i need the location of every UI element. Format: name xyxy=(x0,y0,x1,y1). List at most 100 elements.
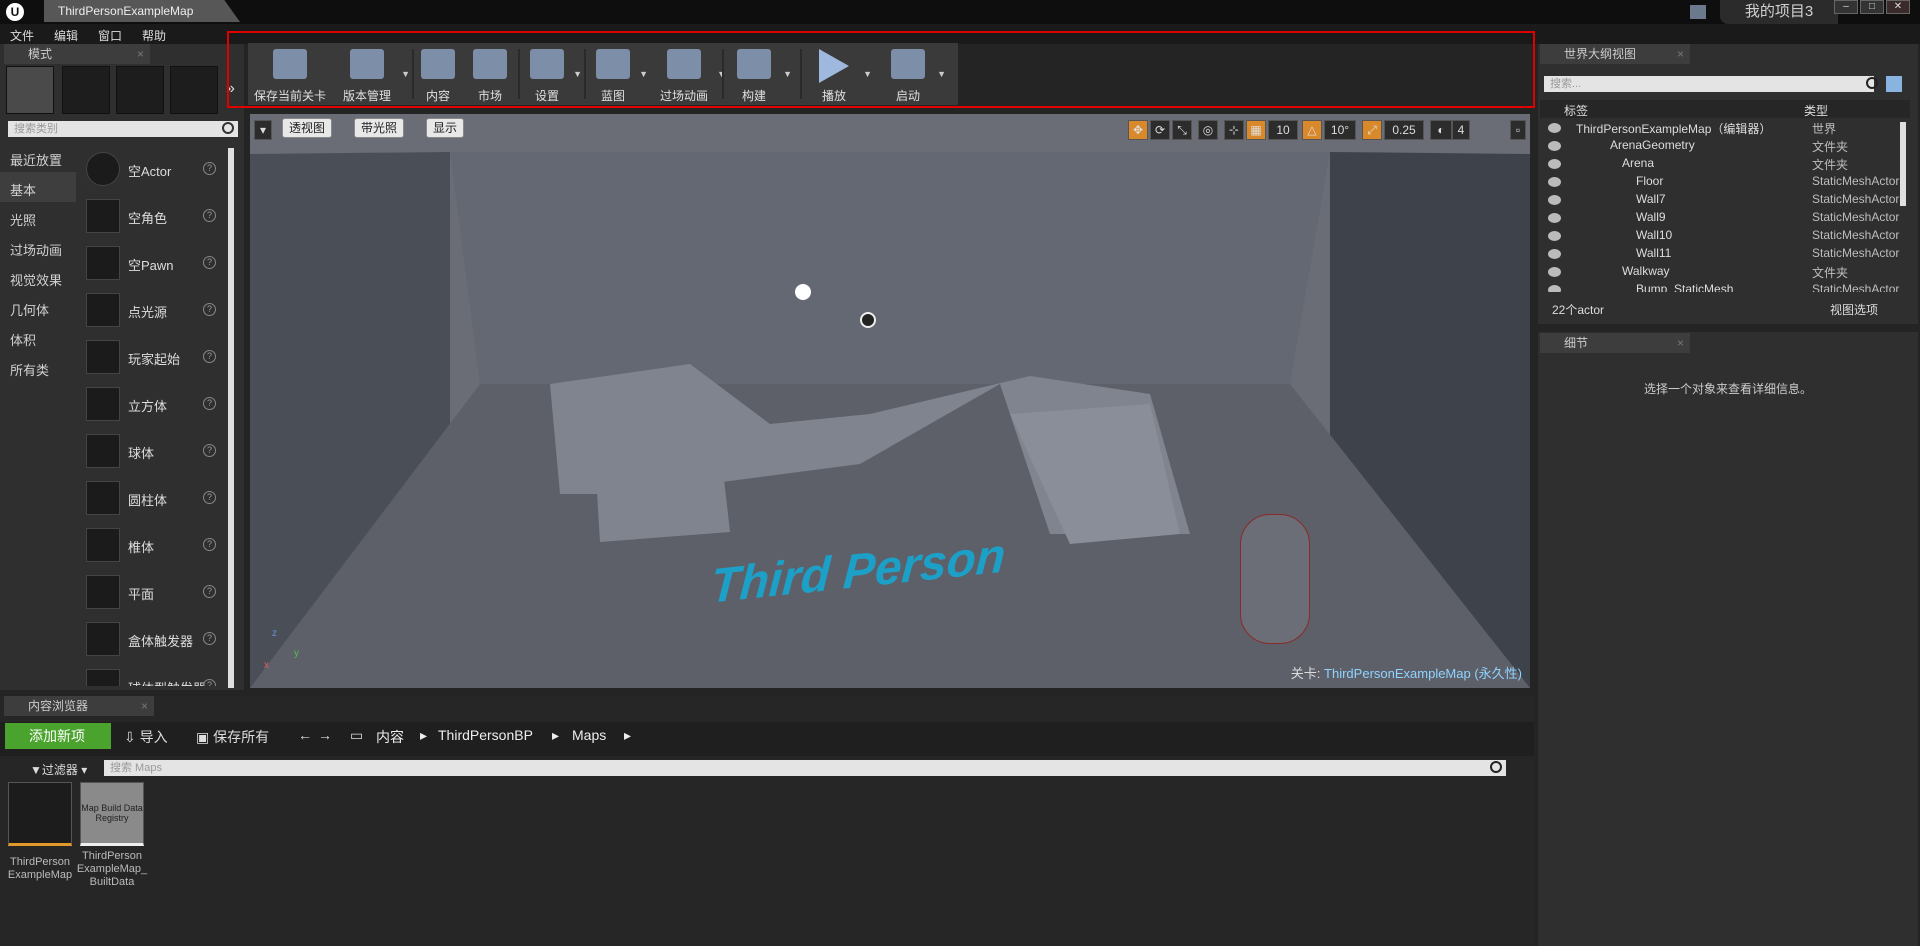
player-character[interactable] xyxy=(1240,514,1310,644)
tree-row[interactable]: Floor StaticMeshActor xyxy=(1540,174,1900,192)
list-item[interactable]: 球体? xyxy=(84,428,224,474)
foliage-mode-icon[interactable] xyxy=(170,66,218,114)
asset-label[interactable]: ThirdPerson ExampleMap_ BuiltData xyxy=(72,850,152,889)
list-item[interactable]: 圆柱体? xyxy=(84,475,224,521)
outliner-search-input[interactable]: 搜索... xyxy=(1544,76,1874,92)
perspective-button[interactable]: 透视图 xyxy=(282,118,333,138)
eye-icon xyxy=(1548,249,1561,259)
menu-file[interactable]: 文件 xyxy=(10,27,34,44)
eye-icon xyxy=(1548,123,1561,133)
forward-icon[interactable]: → xyxy=(318,727,332,743)
modes-search-input[interactable]: 搜索类别 xyxy=(8,121,238,137)
translate-icon[interactable]: ✥ xyxy=(1128,120,1148,140)
sky-light-icon[interactable] xyxy=(860,312,876,328)
scrollbar[interactable] xyxy=(228,148,234,688)
outliner-header xyxy=(1540,100,1910,118)
breadcrumb-thirdpersonbp[interactable]: ThirdPersonBP xyxy=(438,727,533,743)
map-document-tab[interactable]: ThirdPersonExampleMap xyxy=(44,0,240,22)
column-type[interactable]: 类型 xyxy=(1804,102,1828,119)
list-item[interactable]: 空Pawn? xyxy=(84,240,224,286)
close-icon[interactable]: × xyxy=(1677,333,1684,353)
maximize-viewport-icon[interactable]: ▫ xyxy=(1510,120,1526,140)
world-outliner-tab[interactable]: 世界大纲视图 × xyxy=(1540,44,1690,64)
back-icon[interactable]: ← xyxy=(298,727,312,743)
world-space-icon[interactable]: ◎ xyxy=(1198,120,1218,140)
list-item[interactable]: 空角色? xyxy=(84,193,224,239)
close-button[interactable]: ✕ xyxy=(1886,0,1910,14)
search-icon xyxy=(222,122,234,134)
tree-row[interactable]: Wall9 StaticMeshActor xyxy=(1540,210,1900,228)
tree-row[interactable]: Arena 文件夹 xyxy=(1540,156,1900,174)
list-item[interactable]: 平面? xyxy=(84,569,224,615)
rotation-snap-value[interactable]: 10° xyxy=(1324,120,1356,140)
tree-row[interactable]: ArenaGeometry 文件夹 xyxy=(1540,138,1900,156)
rotation-snap-icon[interactable]: △ xyxy=(1302,120,1322,140)
details-empty-text: 选择一个对象来查看详细信息。 xyxy=(1643,382,1812,396)
project-icon xyxy=(1690,5,1706,19)
tree-row[interactable]: Wall7 StaticMeshActor xyxy=(1540,192,1900,210)
list-item[interactable]: 立方体? xyxy=(84,381,224,427)
breadcrumb-content[interactable]: 内容 xyxy=(376,727,404,747)
show-button[interactable]: 显示 xyxy=(426,118,465,138)
list-item[interactable]: 盒体触发器? xyxy=(84,616,224,662)
content-search-input[interactable]: 搜索 Maps xyxy=(104,760,1506,776)
list-item[interactable]: 点光源? xyxy=(84,287,224,333)
outliner-tree: ThirdPersonExampleMap（编辑器） 世界 ArenaGeomet… xyxy=(1540,120,1900,292)
menu-help[interactable]: 帮助 xyxy=(142,27,166,44)
scale-snap-value[interactable]: 0.25 xyxy=(1384,120,1424,140)
pin-icon[interactable] xyxy=(1886,76,1902,92)
modes-tab-label: 模式 xyxy=(28,47,53,61)
modes-tab[interactable]: 模式 × xyxy=(4,44,150,64)
asset-thumbnail[interactable]: Map Build Data Registry xyxy=(80,782,144,846)
level-indicator: 关卡: ThirdPersonExampleMap (永久性) xyxy=(1290,666,1522,681)
tree-row[interactable]: Wall10 StaticMeshActor xyxy=(1540,228,1900,246)
save-all-button[interactable]: ▣ 保存所有 xyxy=(196,727,269,747)
grid-snap-icon[interactable]: ▦ xyxy=(1246,120,1266,140)
details-tab[interactable]: 细节 × xyxy=(1540,333,1690,353)
close-icon[interactable]: × xyxy=(137,44,144,64)
place-mode-icon[interactable] xyxy=(6,66,54,114)
paint-mode-icon[interactable] xyxy=(62,66,110,114)
scrollbar[interactable] xyxy=(1900,122,1906,206)
eye-icon xyxy=(1548,285,1561,292)
list-item[interactable]: 玩家起始? xyxy=(84,334,224,380)
view-options-button[interactable]: 视图选项 xyxy=(1830,301,1878,318)
content-browser-tab-label: 内容浏览器 xyxy=(28,699,89,713)
eye-icon xyxy=(1548,267,1561,277)
viewport-options-button[interactable]: ▾ xyxy=(254,120,272,140)
tree-row[interactable]: Wall11 StaticMeshActor xyxy=(1540,246,1900,264)
list-item[interactable]: 球体型触发器? xyxy=(84,663,224,686)
column-label[interactable]: 标签 xyxy=(1564,102,1588,119)
surface-snap-icon[interactable]: ⊹ xyxy=(1224,120,1244,140)
level-viewport[interactable]: Third Person ▾ 透视图 带光照 显示 ✥ ⟳ ⤡ ◎ ⊹ ▦ 10… xyxy=(250,114,1530,688)
lit-button[interactable]: 带光照 xyxy=(354,118,405,138)
light-source-icon[interactable] xyxy=(795,284,811,300)
menu-edit[interactable]: 编辑 xyxy=(54,27,78,44)
asset-label[interactable]: ThirdPerson ExampleMap xyxy=(0,856,80,882)
list-item[interactable]: 空Actor? xyxy=(84,146,224,192)
tree-row[interactable]: ThirdPersonExampleMap（编辑器） 世界 xyxy=(1540,120,1900,138)
camera-speed-icon[interactable]: ◐ xyxy=(1430,120,1452,140)
list-item[interactable]: 椎体? xyxy=(84,522,224,568)
breadcrumb-maps[interactable]: Maps xyxy=(572,727,606,743)
eye-icon xyxy=(1548,141,1561,151)
asset-thumbnail[interactable] xyxy=(8,782,72,846)
tree-row[interactable]: Walkway 文件夹 xyxy=(1540,264,1900,282)
rotate-icon[interactable]: ⟳ xyxy=(1150,120,1170,140)
filters-button[interactable]: ▼过滤器 ▾ xyxy=(30,761,87,778)
import-button[interactable]: ⇩ 导入 xyxy=(124,727,168,747)
scale-snap-icon[interactable]: ⤢ xyxy=(1362,120,1382,140)
scale-icon[interactable]: ⤡ xyxy=(1172,120,1192,140)
scene-render xyxy=(250,152,1530,688)
close-icon[interactable]: × xyxy=(1677,44,1684,64)
camera-speed-value[interactable]: 4 xyxy=(1452,120,1470,140)
grid-snap-value[interactable]: 10 xyxy=(1268,120,1298,140)
content-browser-tab[interactable]: 内容浏览器 × xyxy=(4,696,154,716)
menu-window[interactable]: 窗口 xyxy=(98,27,122,44)
landscape-mode-icon[interactable] xyxy=(116,66,164,114)
close-icon[interactable]: × xyxy=(141,696,148,716)
minimize-button[interactable]: – xyxy=(1834,0,1858,14)
tree-row[interactable]: Bump_StaticMesh StaticMeshActor xyxy=(1540,282,1900,292)
maximize-button[interactable]: □ xyxy=(1860,0,1884,14)
add-new-button[interactable]: 添加新项 xyxy=(5,723,111,749)
